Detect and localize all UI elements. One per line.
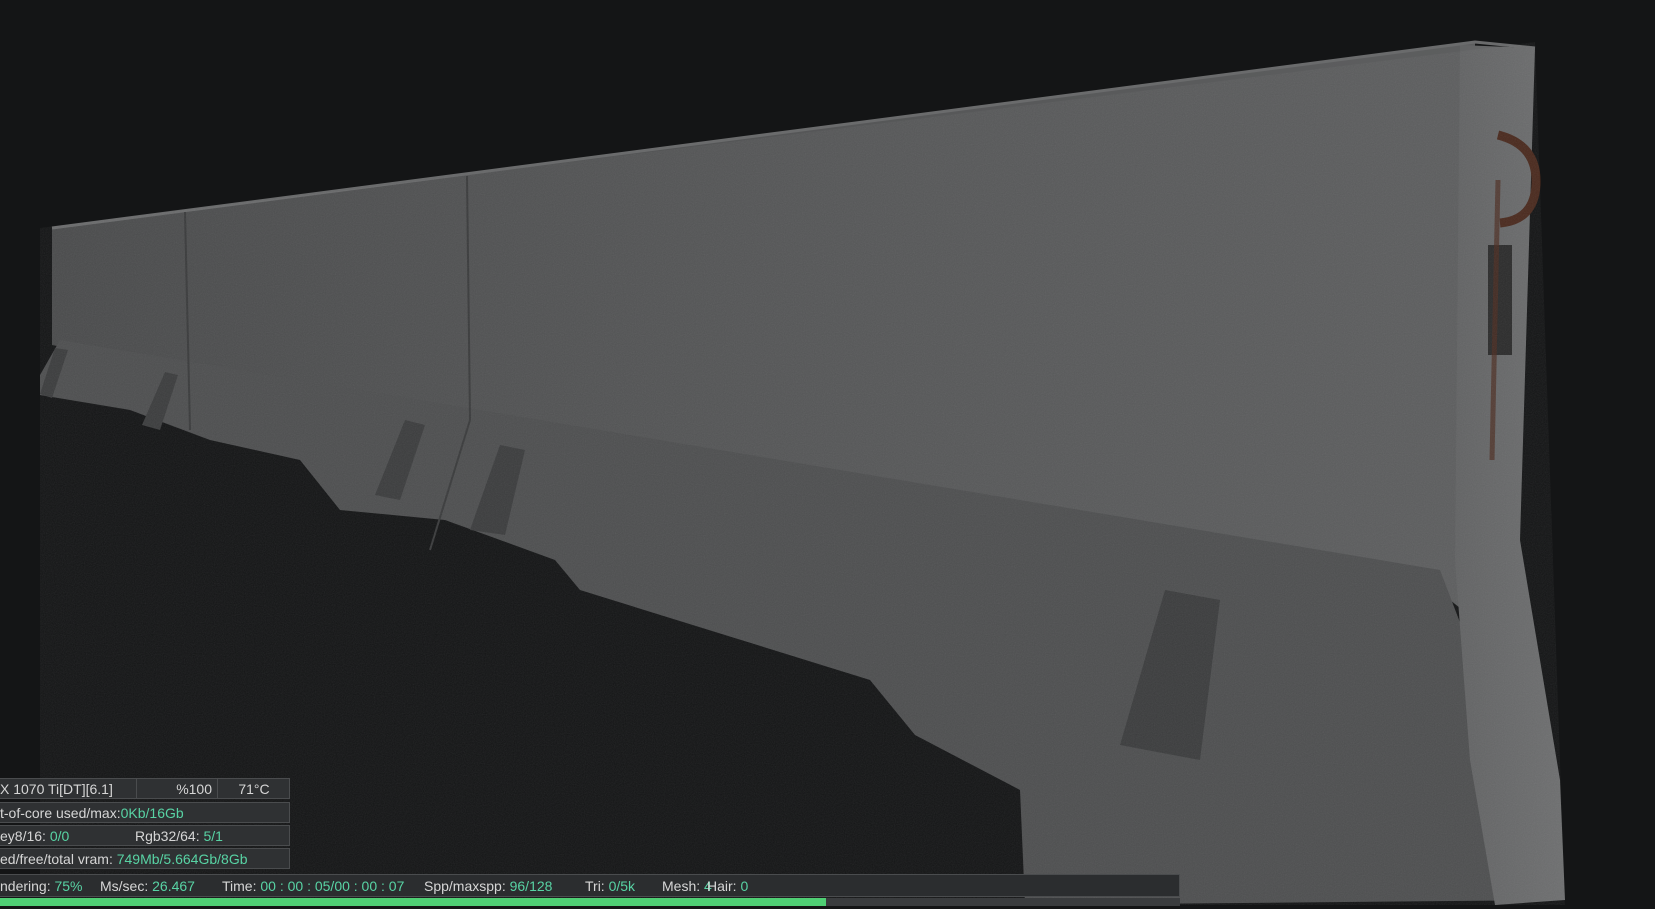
spp-value: 96/128 [509,878,553,894]
concrete-barrier-render [40,40,1565,905]
render-status-bar: ndering: 75% Ms/sec: 26.467 Time: 00 : 0… [0,874,1180,897]
hair-label: Hair: [707,878,737,894]
vram-used: 749Mb [116,851,160,867]
out-of-core-row: t-of-core used/max:0Kb/16Gb [0,802,290,823]
render-viewport[interactable] [0,0,1655,909]
mesh-label: Mesh: [662,878,701,894]
ms-per-sec-label: Ms/sec: [100,878,149,894]
render-progress-fill [0,898,826,906]
ms-per-sec-value: 26.467 [152,878,195,894]
gpu-name: X 1070 Ti[DT][6.1] [0,781,113,797]
vram-row: ed/free/total vram: 749Mb/5.664Gb/8Gb [0,848,290,869]
hair-value: 0 [740,878,749,894]
out-of-core-used: 0Kb [120,805,146,821]
gpu-info-row: X 1070 Ti[DT][6.1] %100 71°C [0,778,290,799]
tri-label: Tri: [585,878,605,894]
rgb-texture-label: Rgb32/64: [135,828,200,844]
rgb-texture-value: 5/1 [203,828,223,844]
texture-count-row: ey8/16: 0/0 Rgb32/64: 5/1 [0,825,290,846]
vram-total: 8Gb [221,851,248,867]
vram-label: ed/free/total vram: [0,851,113,867]
gpu-temperature: 71°C [217,779,289,798]
grey-texture-value: 0/0 [49,828,70,844]
grey-texture-label: ey8/16: [0,828,46,844]
out-of-core-label: t-of-core used/max: [0,805,121,821]
time-label: Time: [222,878,257,894]
rendering-label: ndering: [0,878,51,894]
render-progress-bar [0,898,1180,906]
vram-free: 5.664Gb [163,851,218,867]
spp-label: Spp/maxspp: [424,878,506,894]
rendering-percent: 75% [54,878,83,894]
gpu-usage: %100 [136,779,216,798]
out-of-core-max: 16Gb [149,805,184,821]
time-value: 00 : 00 : 05/00 : 00 : 07 [260,878,405,894]
tri-value: 0/5k [608,878,636,894]
